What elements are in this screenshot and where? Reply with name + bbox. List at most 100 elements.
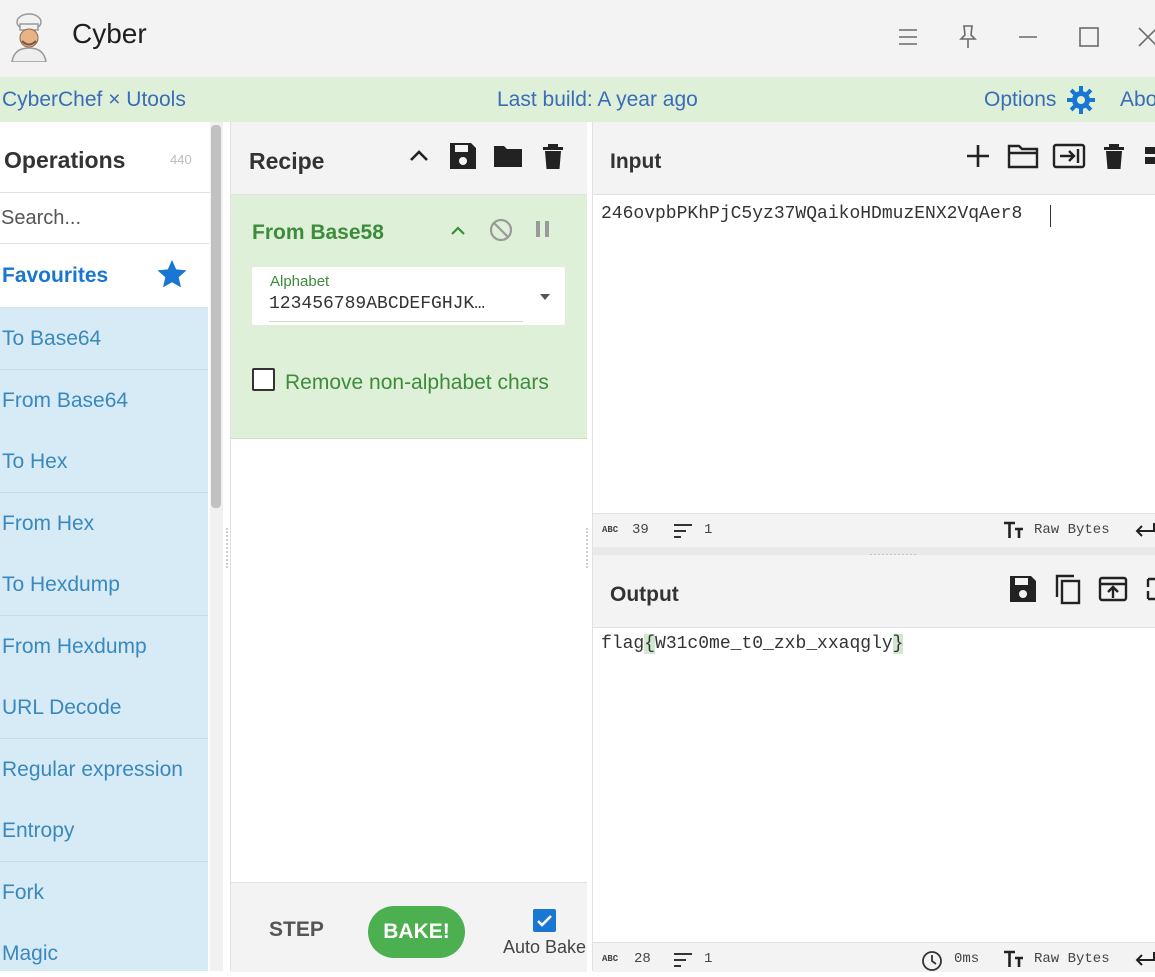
chef-logo-icon (8, 12, 50, 63)
copy-icon[interactable] (1052, 573, 1084, 605)
input-length: 39 (632, 522, 649, 538)
io-panel: Input 246ovpbPKhPjC5yz37WQaikoHDmuzENX2V… (592, 122, 1155, 972)
operation-label: To Hex (2, 450, 68, 473)
disable-icon[interactable] (487, 216, 515, 244)
operation-item[interactable]: URL Decode (0, 677, 208, 739)
banner-title-link[interactable]: CyberChef × Utools (2, 88, 186, 112)
collapse-all-icon[interactable] (403, 140, 435, 172)
operation-item[interactable]: From Base64 (0, 370, 208, 432)
operations-title: Operations (4, 147, 126, 173)
input-header: Input (593, 122, 1155, 195)
pause-icon[interactable] (531, 217, 555, 241)
step-button[interactable]: STEP (269, 918, 324, 942)
minimize-icon[interactable] (1013, 22, 1043, 52)
clear-input-icon[interactable] (1098, 140, 1130, 172)
input-title: Input (610, 150, 662, 173)
output-lines: 1 (704, 951, 713, 967)
recipe-title: Recipe (249, 148, 325, 174)
load-recipe-icon[interactable] (492, 140, 524, 172)
output-length: 28 (634, 951, 651, 967)
output-open-brace: { (644, 634, 656, 654)
favourites-label: Favourites (2, 264, 109, 287)
star-icon[interactable] (156, 258, 188, 290)
operation-item[interactable]: From Hex (0, 493, 208, 555)
operation-item[interactable]: To Base64 (0, 308, 208, 370)
input-statusbar: ABC 39 1 Raw Bytes (593, 513, 1155, 548)
operation-item[interactable]: Fork (0, 862, 208, 924)
alphabet-value[interactable]: 123456789ABCDEFGHJK… (269, 294, 501, 314)
lines-icon (673, 523, 693, 544)
output-title: Output (610, 583, 679, 606)
operations-scrollbar-thumb[interactable] (211, 125, 221, 508)
clear-recipe-icon[interactable] (537, 140, 569, 172)
recipe-panel: Recipe From Base58 Alphabet 123456789ABC… (230, 122, 587, 972)
maximize-icon[interactable] (1074, 22, 1104, 52)
input-textarea[interactable]: 246ovpbPKhPjC5yz37WQaikoHDmuzENX2VqAer8 (601, 204, 1022, 224)
pin-icon[interactable] (953, 22, 983, 52)
banner: CyberChef × Utools Last build: A year ag… (0, 77, 1155, 122)
text-size-icon (1003, 949, 1025, 974)
operation-label: Regular expression (2, 758, 183, 781)
alphabet-select[interactable]: Alphabet 123456789ABCDEFGHJK… (252, 267, 565, 325)
output-statusbar: ABC 28 1 0ms Raw Bytes (593, 942, 1155, 972)
operation-item[interactable]: From Hexdump (0, 616, 208, 678)
remove-non-alphabet-label[interactable]: Remove non-alphabet chars (285, 371, 549, 395)
menu-icon[interactable] (893, 22, 923, 52)
operations-header: Operations 440 (0, 122, 210, 193)
input-encoding[interactable]: Raw Bytes (1034, 522, 1110, 538)
favourites-category[interactable]: Favourites (0, 245, 208, 308)
operations-panel: Operations 440 Favourites To Base64 From… (0, 122, 210, 971)
operation-item[interactable]: To Hex (0, 431, 208, 493)
operations-count: 440 (170, 152, 192, 167)
output-time: 0ms (954, 951, 980, 967)
alphabet-label: Alphabet (270, 273, 330, 290)
maximize-output-icon[interactable] (1143, 573, 1155, 605)
dropdown-arrow-icon[interactable] (540, 294, 550, 300)
operation-item[interactable]: Magic (0, 923, 208, 971)
operation-label: To Base64 (2, 327, 102, 350)
operation-label: From Base64 (2, 389, 129, 412)
close-icon[interactable] (1133, 22, 1155, 52)
search-input[interactable] (0, 193, 209, 244)
return-icon[interactable] (1134, 520, 1155, 545)
output-header: Output (593, 555, 1155, 628)
operation-item[interactable]: Regular expression (0, 739, 208, 801)
open-file-icon[interactable] (1052, 140, 1086, 172)
app-title: Cyber (72, 18, 147, 49)
save-recipe-icon[interactable] (447, 140, 479, 172)
operation-label: Entropy (2, 819, 75, 842)
chevron-up-icon[interactable] (446, 219, 470, 243)
recipe-controls: STEP BAKE! Auto Bake (231, 882, 587, 972)
add-tab-icon[interactable] (962, 140, 994, 172)
save-output-icon[interactable] (1007, 573, 1039, 605)
lines-icon (673, 952, 693, 973)
about-link[interactable]: Abo (1120, 88, 1155, 112)
output-encoding[interactable]: Raw Bytes (1034, 951, 1110, 967)
operation-item[interactable]: To Hexdump (0, 554, 208, 616)
length-icon: ABC (602, 525, 619, 535)
return-icon[interactable] (1134, 949, 1155, 974)
remove-non-alphabet-checkbox[interactable] (252, 368, 275, 391)
input-caret (1050, 205, 1051, 227)
reset-layout-icon[interactable] (1141, 140, 1155, 172)
operation-item[interactable]: Entropy (0, 800, 208, 862)
resize-handle[interactable] (586, 528, 591, 568)
input-lines: 1 (704, 522, 713, 538)
gear-icon[interactable] (1066, 85, 1096, 121)
recipe-header: Recipe (231, 122, 587, 195)
last-build-text: Last build: A year ago (497, 88, 698, 111)
replace-input-icon[interactable] (1097, 573, 1129, 605)
io-divider[interactable] (593, 547, 1155, 556)
open-folder-icon[interactable] (1007, 140, 1039, 172)
output-textarea[interactable]: flag{W31c0me_t0_zxb_xxaqgly} (601, 634, 904, 654)
output-prefix: flag (601, 634, 645, 654)
operation-label: URL Decode (2, 696, 122, 719)
auto-bake-checkbox[interactable] (533, 909, 556, 932)
operation-label: From Hexdump (2, 635, 147, 658)
recipe-operation-from-base58[interactable]: From Base58 Alphabet 123456789ABCDEFGHJK… (231, 195, 587, 439)
bake-button[interactable]: BAKE! (368, 906, 465, 958)
auto-bake-label[interactable]: Auto Bake (503, 937, 586, 958)
recipe-operation-name: From Base58 (252, 221, 384, 244)
options-link[interactable]: Options (984, 88, 1056, 112)
operation-label: Magic (2, 942, 59, 965)
